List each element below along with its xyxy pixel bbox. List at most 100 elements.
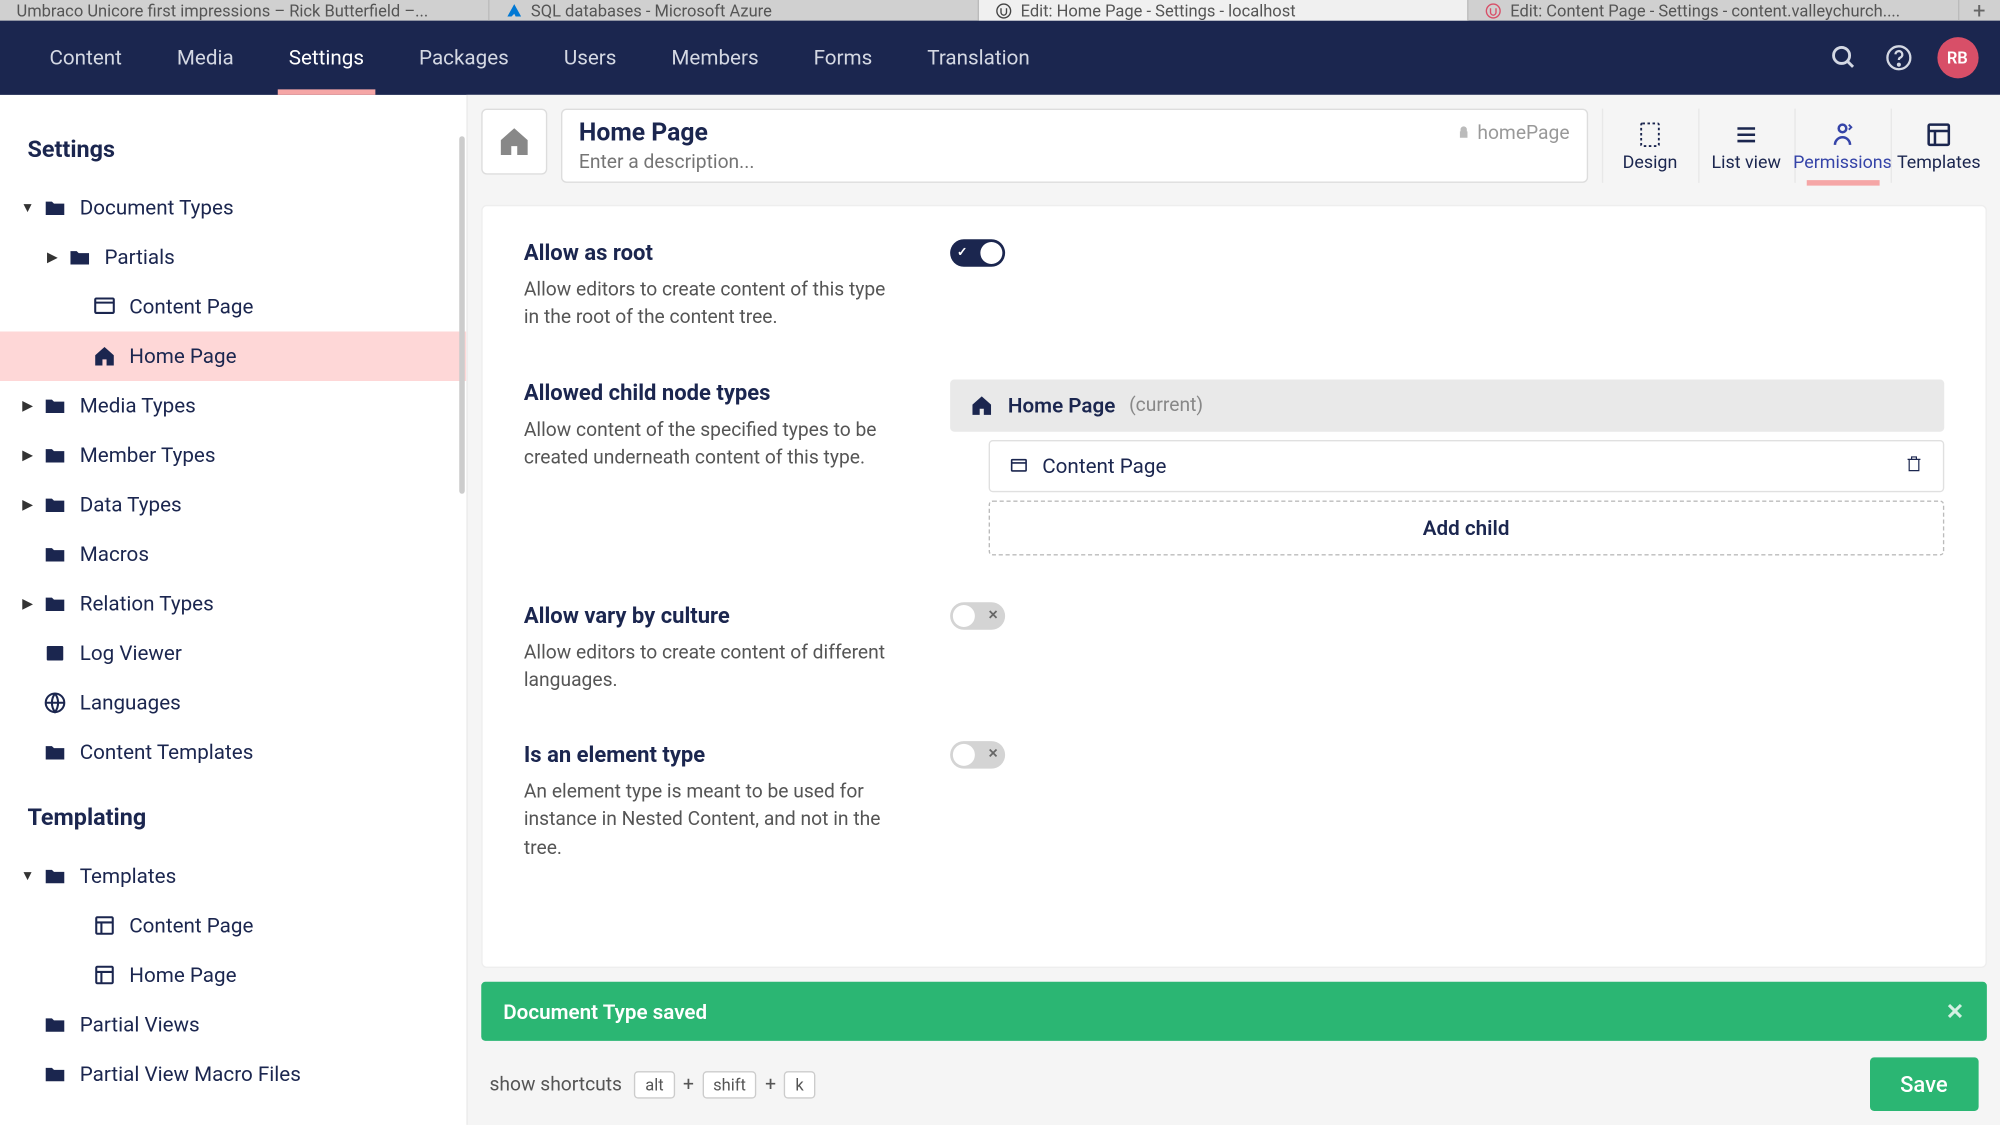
browser-tab-active[interactable]: Edit: Home Page - Settings - localhost <box>979 0 1469 21</box>
home-icon <box>91 342 119 370</box>
caret-right-icon[interactable]: ▶ <box>19 398 36 413</box>
tree-templates[interactable]: ▼ Templates <box>0 851 466 901</box>
nav-translation[interactable]: Translation <box>900 21 1058 95</box>
tree-tpl-home-page[interactable]: Home Page <box>0 950 466 1000</box>
tree-partial-views[interactable]: Partial Views <box>0 1000 466 1050</box>
permissions-icon <box>1827 119 1857 149</box>
tab-permissions[interactable]: Permissions <box>1794 109 1890 183</box>
caret-down-icon[interactable]: ▼ <box>19 200 36 215</box>
tree-log-viewer[interactable]: Log Viewer <box>0 628 466 678</box>
sidebar: Settings ▼ Document Types ▶ Partials Con… <box>0 95 468 1125</box>
toggle-is-element[interactable]: ✕ <box>950 741 1005 769</box>
nav-members[interactable]: Members <box>644 21 786 95</box>
nav-forms[interactable]: Forms <box>786 21 900 95</box>
layout-icon <box>91 961 119 989</box>
folder-icon <box>41 590 69 618</box>
description-input[interactable] <box>579 151 1570 173</box>
folder-icon <box>41 1011 69 1039</box>
x-icon: ✕ <box>988 748 998 762</box>
folder-icon <box>41 491 69 519</box>
field-title: Is an element type <box>524 741 895 767</box>
caret-down-icon[interactable]: ▼ <box>19 868 36 883</box>
sidebar-heading-settings: Settings <box>0 122 466 183</box>
tab-design[interactable]: Design <box>1601 109 1697 183</box>
app-tabs: Design List view Permissions Templates <box>1601 109 1986 183</box>
folder-icon <box>41 1060 69 1088</box>
nav-users[interactable]: Users <box>536 21 644 95</box>
tree-partial-view-macro-files[interactable]: Partial View Macro Files <box>0 1049 466 1099</box>
browser-tab[interactable]: SQL databases - Microsoft Azure <box>490 0 980 21</box>
folder-icon <box>41 862 69 890</box>
new-tab-button[interactable]: + <box>1959 0 2000 23</box>
folder-icon <box>41 540 69 568</box>
field-desc: Allow content of the specified types to … <box>524 416 895 472</box>
child-item[interactable]: Content Page <box>989 439 1944 491</box>
tree-tpl-content-page[interactable]: Content Page <box>0 901 466 951</box>
design-icon <box>1635 119 1665 149</box>
tree-languages[interactable]: Languages <box>0 678 466 728</box>
templates-icon <box>1924 119 1954 149</box>
toast-success: Document Type saved ✕ <box>481 982 1986 1041</box>
permissions-panel: Allow as root Allow editors to create co… <box>481 205 1986 968</box>
browser-tab[interactable]: Edit: Content Page - Settings - content.… <box>1469 0 1959 21</box>
home-icon <box>496 124 532 160</box>
tree-relation-types[interactable]: ▶ Relation Types <box>0 579 466 629</box>
tree-partials[interactable]: ▶ Partials <box>0 232 466 282</box>
umbraco-icon <box>1486 2 1503 19</box>
doctype-alias[interactable]: homePage <box>1457 122 1570 144</box>
layout-icon <box>91 912 119 940</box>
field-vary-by-culture: Allow vary by culture Allow editors to c… <box>524 602 1944 695</box>
caret-right-icon[interactable]: ▶ <box>44 250 61 265</box>
delete-child-button[interactable] <box>1904 453 1923 478</box>
tree-media-types[interactable]: ▶ Media Types <box>0 381 466 431</box>
box-icon <box>41 639 69 667</box>
folder-icon <box>41 738 69 766</box>
web-icon <box>1009 456 1028 475</box>
add-child-button[interactable]: Add child <box>989 500 1944 555</box>
title-block: Home Page homePage <box>561 109 1587 183</box>
tree-home-page-selected[interactable]: Home Page <box>0 331 466 381</box>
kbd-shift: shift <box>702 1071 757 1099</box>
save-button[interactable]: Save <box>1870 1058 1978 1112</box>
tree-member-types[interactable]: ▶ Member Types <box>0 430 466 480</box>
nav-packages[interactable]: Packages <box>392 21 537 95</box>
sidebar-heading-templating: Templating <box>0 777 466 851</box>
toggle-allow-as-root[interactable]: ✓ <box>950 239 1005 267</box>
caret-right-icon[interactable]: ▶ <box>19 448 36 463</box>
search-icon[interactable] <box>1816 30 1871 85</box>
editor-footer: show shortcuts alt + shift + k Save <box>468 1049 2000 1125</box>
browser-tabs: Umbraco Unicore first impressions – Rick… <box>0 0 2000 21</box>
field-title: Allowed child node types <box>524 379 895 405</box>
shortcuts-label[interactable]: show shortcuts <box>490 1073 622 1095</box>
doctype-icon-picker[interactable] <box>481 109 547 175</box>
help-icon[interactable] <box>1871 30 1926 85</box>
tree-document-types[interactable]: ▼ Document Types <box>0 183 466 233</box>
tab-templates[interactable]: Templates <box>1890 109 1986 183</box>
field-desc: Allow editors to create content of diffe… <box>524 639 895 695</box>
sidebar-scrollbar[interactable] <box>458 95 466 1125</box>
tree-macros[interactable]: Macros <box>0 529 466 579</box>
tree-content-page[interactable]: Content Page <box>0 282 466 332</box>
web-icon <box>91 293 119 321</box>
toggle-vary-by-culture[interactable]: ✕ <box>950 602 1005 630</box>
caret-right-icon[interactable]: ▶ <box>19 596 36 611</box>
folder-icon <box>41 392 69 420</box>
nav-settings[interactable]: Settings <box>261 21 391 95</box>
lock-icon <box>1457 125 1472 140</box>
user-avatar[interactable]: RB <box>1937 37 1978 78</box>
doctype-title[interactable]: Home Page <box>579 118 708 147</box>
tab-list-view[interactable]: List view <box>1697 109 1793 183</box>
trash-icon <box>1904 453 1923 472</box>
nav-content[interactable]: Content <box>22 21 149 95</box>
kbd-k: k <box>784 1071 814 1099</box>
browser-tab[interactable]: Umbraco Unicore first impressions – Rick… <box>0 0 490 21</box>
folder-icon <box>41 441 69 469</box>
field-title: Allow as root <box>524 239 895 265</box>
caret-right-icon[interactable]: ▶ <box>19 497 36 512</box>
nav-media[interactable]: Media <box>149 21 261 95</box>
field-allowed-children: Allowed child node types Allow content o… <box>524 379 1944 555</box>
main-content: Home Page homePage Design List view Perm… <box>468 95 2000 1125</box>
tree-data-types[interactable]: ▶ Data Types <box>0 480 466 530</box>
toast-close-button[interactable]: ✕ <box>1946 999 1964 1025</box>
tree-content-templates[interactable]: Content Templates <box>0 727 466 777</box>
